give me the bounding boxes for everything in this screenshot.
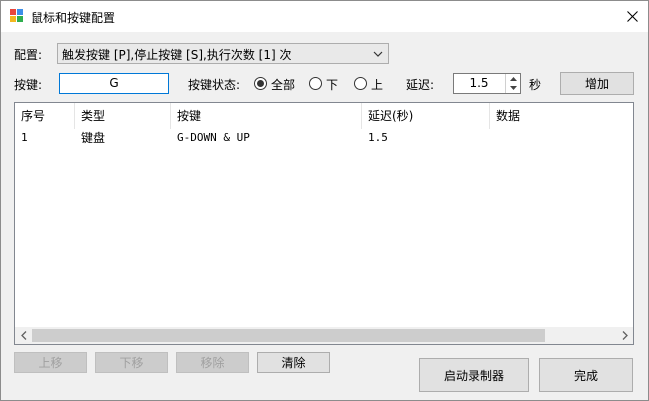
chevron-right-icon (622, 331, 628, 340)
caret-down-icon (509, 85, 517, 90)
app-icon (10, 9, 23, 22)
radio-up-label: 上 (371, 78, 384, 92)
caret-up-icon (509, 76, 517, 81)
horizontal-scrollbar[interactable] (15, 327, 633, 344)
cell-type: 键盘 (81, 131, 106, 145)
delay-decrement-button[interactable] (506, 83, 520, 92)
key-state-label: 按键状态: (188, 78, 241, 92)
chevron-left-icon (20, 331, 26, 340)
radio-down[interactable] (309, 77, 322, 90)
action-list[interactable]: 序号 类型 按键 延迟(秒) 数据 1 键盘 G-DOWN & UP 1.5 (14, 102, 634, 345)
cell-delay: 1.5 (368, 131, 388, 144)
done-button[interactable]: 完成 (539, 358, 633, 392)
delay-label: 延迟: (406, 78, 435, 92)
radio-all[interactable] (254, 77, 267, 90)
column-header-data[interactable]: 数据 (490, 103, 633, 129)
move-up-button[interactable]: 上移 (14, 352, 87, 373)
delay-value: 1.5 (469, 76, 489, 90)
move-down-button[interactable]: 下移 (95, 352, 168, 373)
config-window: 鼠标和按键配置 配置: 触发按键 [P],停止按键 [S],执行次数 [1] 次… (0, 0, 649, 401)
table-row[interactable]: 1 键盘 G-DOWN & UP 1.5 (15, 129, 633, 147)
key-input[interactable]: G (59, 73, 169, 94)
delay-spinbox[interactable]: 1.5 (453, 73, 521, 94)
delay-unit: 秒 (529, 78, 542, 92)
radio-all-label: 全部 (271, 78, 296, 92)
add-button[interactable]: 增加 (560, 72, 634, 95)
scroll-left-button[interactable] (15, 327, 32, 344)
scroll-thumb[interactable] (32, 329, 545, 342)
column-header-delay[interactable]: 延迟(秒) (362, 103, 490, 129)
clear-button[interactable]: 清除 (257, 352, 330, 373)
close-icon (626, 10, 638, 22)
column-header-index[interactable]: 序号 (15, 103, 75, 129)
config-selected-value: 触发按键 [P],停止按键 [S],执行次数 [1] 次 (62, 48, 292, 62)
remove-button[interactable]: 移除 (176, 352, 249, 373)
title-bar: 鼠标和按键配置 (1, 1, 648, 32)
window-title: 鼠标和按键配置 (31, 11, 116, 25)
radio-down-label: 下 (326, 78, 339, 92)
radio-up[interactable] (354, 77, 367, 90)
close-button[interactable] (617, 3, 647, 29)
column-header-type[interactable]: 类型 (75, 103, 171, 129)
chevron-down-icon (373, 51, 383, 57)
list-header: 序号 类型 按键 延迟(秒) 数据 (15, 103, 633, 129)
config-label: 配置: (14, 48, 43, 62)
cell-data (490, 129, 496, 147)
delay-increment-button[interactable] (506, 74, 520, 83)
delay-spin-buttons (505, 74, 520, 93)
start-recorder-button[interactable]: 启动录制器 (419, 358, 529, 392)
column-header-key[interactable]: 按键 (171, 103, 362, 129)
key-label: 按键: (14, 78, 43, 92)
cell-key: G-DOWN & UP (177, 131, 250, 144)
scroll-right-button[interactable] (616, 327, 633, 344)
cell-index: 1 (21, 131, 28, 144)
config-combobox[interactable]: 触发按键 [P],停止按键 [S],执行次数 [1] 次 (57, 43, 389, 64)
